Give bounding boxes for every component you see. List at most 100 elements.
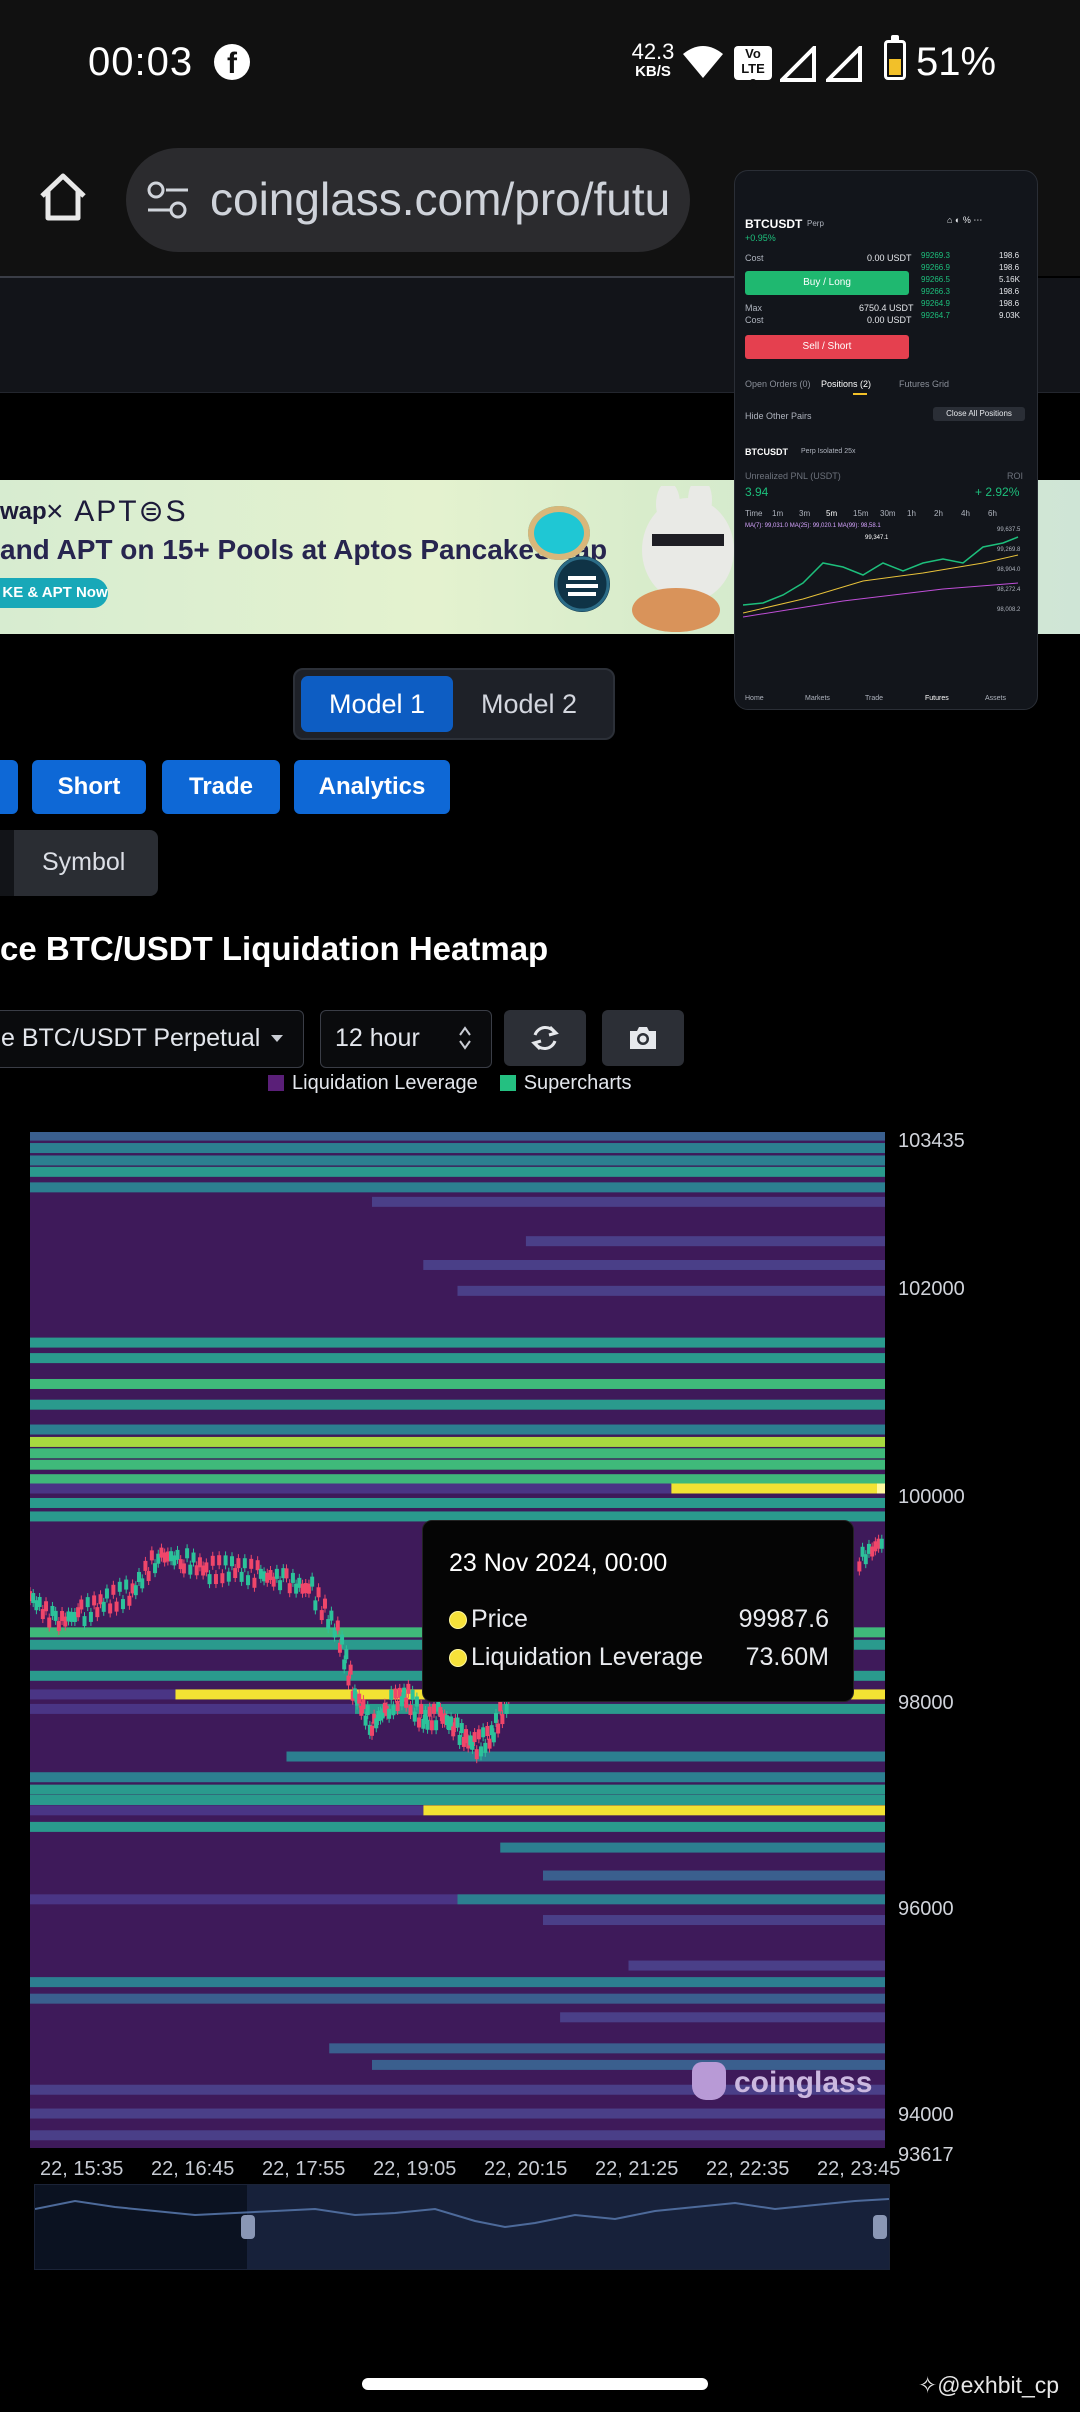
candle-body xyxy=(346,1675,351,1686)
candle-body xyxy=(421,1718,426,1729)
candle-body xyxy=(95,1607,100,1618)
banner-cta-button[interactable]: KE & APT Now xyxy=(0,578,108,608)
heatmap-band xyxy=(560,2012,885,2023)
app-tab-futures-grid[interactable]: Futures Grid xyxy=(899,379,949,389)
app-roi-value: + 2.92% xyxy=(975,485,1020,499)
time-tick-label: 22, 16:45 xyxy=(151,2158,235,2180)
sell-short-button[interactable]: Sell / Short xyxy=(745,335,909,359)
toggle-option-pair[interactable] xyxy=(0,830,14,896)
floating-trading-app-window[interactable]: BTCUSDT Perp +0.95% ⌂ ◐ % ⋯ Cost 0.00 US… xyxy=(734,170,1038,710)
tab-model-1[interactable]: Model 1 xyxy=(301,676,453,732)
scrubber-left-handle[interactable] xyxy=(241,2215,255,2239)
volte-icon: Vo LTE 2 xyxy=(734,46,772,91)
candle-body xyxy=(191,1552,196,1563)
site-settings-icon[interactable] xyxy=(146,180,190,220)
app-nav-futures[interactable]: Futures xyxy=(925,695,949,702)
app-timeframe[interactable]: 1h xyxy=(907,509,916,518)
candle-body xyxy=(310,1576,315,1587)
heatmap-band xyxy=(30,1166,885,1177)
app-change: +0.95% xyxy=(745,233,776,243)
legend-item-leverage[interactable]: Liquidation Leverage xyxy=(268,1072,478,1095)
network-speed: 42.3 KB/S xyxy=(628,41,678,82)
app-timeframe[interactable]: 15m xyxy=(853,509,869,518)
scrubber-right-handle[interactable] xyxy=(873,2215,887,2239)
trade-button[interactable]: Trade xyxy=(162,760,280,814)
time-range-scrubber[interactable] xyxy=(34,2184,890,2270)
short-button[interactable]: Short xyxy=(32,760,146,814)
app-timeframe[interactable]: 1m xyxy=(772,509,783,518)
watermark-text: coinglass xyxy=(734,2066,873,2099)
candle-body xyxy=(408,1705,413,1716)
candle-body xyxy=(344,1649,349,1660)
app-symbol[interactable]: BTCUSDT xyxy=(745,217,802,231)
buy-long-button[interactable]: Buy / Long xyxy=(745,271,909,295)
app-timeframe[interactable]: 3m xyxy=(799,509,810,518)
heatmap-band-tail xyxy=(30,1894,458,1905)
candle-body xyxy=(146,1571,151,1582)
analytics-button[interactable]: Analytics xyxy=(294,760,450,814)
app-price-tick: 99,637.5 xyxy=(997,527,1021,533)
close-all-positions-button[interactable]: Close All Positions xyxy=(933,407,1025,421)
candle-body xyxy=(402,1687,407,1698)
heatmap-band xyxy=(30,1399,885,1410)
app-last-price: 99,347.1 xyxy=(865,535,889,541)
nav-button-offscreen[interactable] xyxy=(0,760,18,814)
volte-label: Vo LTE xyxy=(741,46,765,76)
app-position-symbol[interactable]: BTCUSDT xyxy=(745,447,788,457)
refresh-button[interactable] xyxy=(504,1010,586,1066)
pair-select[interactable]: e BTC/USDT Perpetual xyxy=(0,1010,304,1068)
order-book-price[interactable]: 99266.3 xyxy=(921,287,950,296)
candle-body xyxy=(342,1659,347,1670)
candle-body xyxy=(419,1703,424,1714)
candle-body xyxy=(290,1572,295,1583)
order-book-price[interactable]: 99266.9 xyxy=(921,263,950,272)
time-tick-label: 22, 23:45 xyxy=(817,2158,901,2180)
app-nav-assets[interactable]: Assets xyxy=(985,695,1006,702)
candle-body xyxy=(479,1746,484,1757)
candle-body xyxy=(335,1620,340,1631)
app-timeframe[interactable]: 2h xyxy=(934,509,943,518)
heatmap-band xyxy=(525,1236,885,1247)
legend-item-supercharts[interactable]: Supercharts xyxy=(499,1072,632,1095)
home-icon[interactable] xyxy=(36,170,90,224)
network-speed-unit: KB/S xyxy=(635,63,671,80)
app-tab-positions[interactable]: Positions (2) xyxy=(821,379,871,389)
app-pnl-label: Unrealized PNL (USDT) xyxy=(745,471,841,481)
candle-body xyxy=(474,1749,479,1760)
candle-body xyxy=(863,1554,868,1565)
order-book-size: 198.6 xyxy=(999,263,1020,272)
candle-body xyxy=(133,1585,138,1596)
app-header-icons[interactable]: ⌂ ◐ % ⋯ xyxy=(947,215,1027,229)
app-nav-home[interactable]: Home xyxy=(745,695,764,702)
legend-label-leverage: Liquidation Leverage xyxy=(292,1072,478,1094)
url-bar[interactable]: coinglass.com/pro/futu xyxy=(126,148,690,252)
order-book-price[interactable]: 99269.3 xyxy=(921,251,950,260)
toggle-option-symbol[interactable]: Symbol xyxy=(42,848,125,877)
heatmap-band xyxy=(30,1459,885,1470)
app-nav-markets[interactable]: Markets xyxy=(805,695,830,702)
candle-body xyxy=(487,1738,492,1749)
app-timeframe[interactable]: 5m xyxy=(826,509,837,518)
interval-select[interactable]: 12 hour xyxy=(320,1010,492,1068)
screenshot-button[interactable] xyxy=(602,1010,684,1066)
candle-body xyxy=(316,1587,321,1598)
app-nav-trade[interactable]: Trade xyxy=(865,695,883,702)
home-gesture-bar[interactable] xyxy=(362,2378,708,2390)
time-tick-label: 22, 21:25 xyxy=(595,2158,679,2180)
candle-body xyxy=(504,1703,509,1714)
app-timeframe[interactable]: 30m xyxy=(880,509,896,518)
order-book-price[interactable]: 99264.9 xyxy=(921,299,950,308)
heatmap-band-tail xyxy=(30,1689,176,1700)
order-book-price[interactable]: 99264.7 xyxy=(921,311,950,320)
app-timeframe[interactable]: 4h xyxy=(961,509,970,518)
app-timeframe[interactable]: 6h xyxy=(988,509,997,518)
candle-body xyxy=(483,1742,488,1753)
chart-tooltip: 23 Nov 2024, 00:00 Price 99987.6 Liquida… xyxy=(422,1520,854,1702)
candle-body xyxy=(365,1705,370,1716)
candle-body xyxy=(185,1548,190,1559)
app-tab-open-orders[interactable]: Open Orders (0) xyxy=(745,379,811,389)
tab-model-2[interactable]: Model 2 xyxy=(453,676,605,732)
order-book-size: 198.6 xyxy=(999,287,1020,296)
app-hide-other-pairs[interactable]: Hide Other Pairs xyxy=(745,411,812,421)
order-book-price[interactable]: 99266.5 xyxy=(921,275,950,284)
